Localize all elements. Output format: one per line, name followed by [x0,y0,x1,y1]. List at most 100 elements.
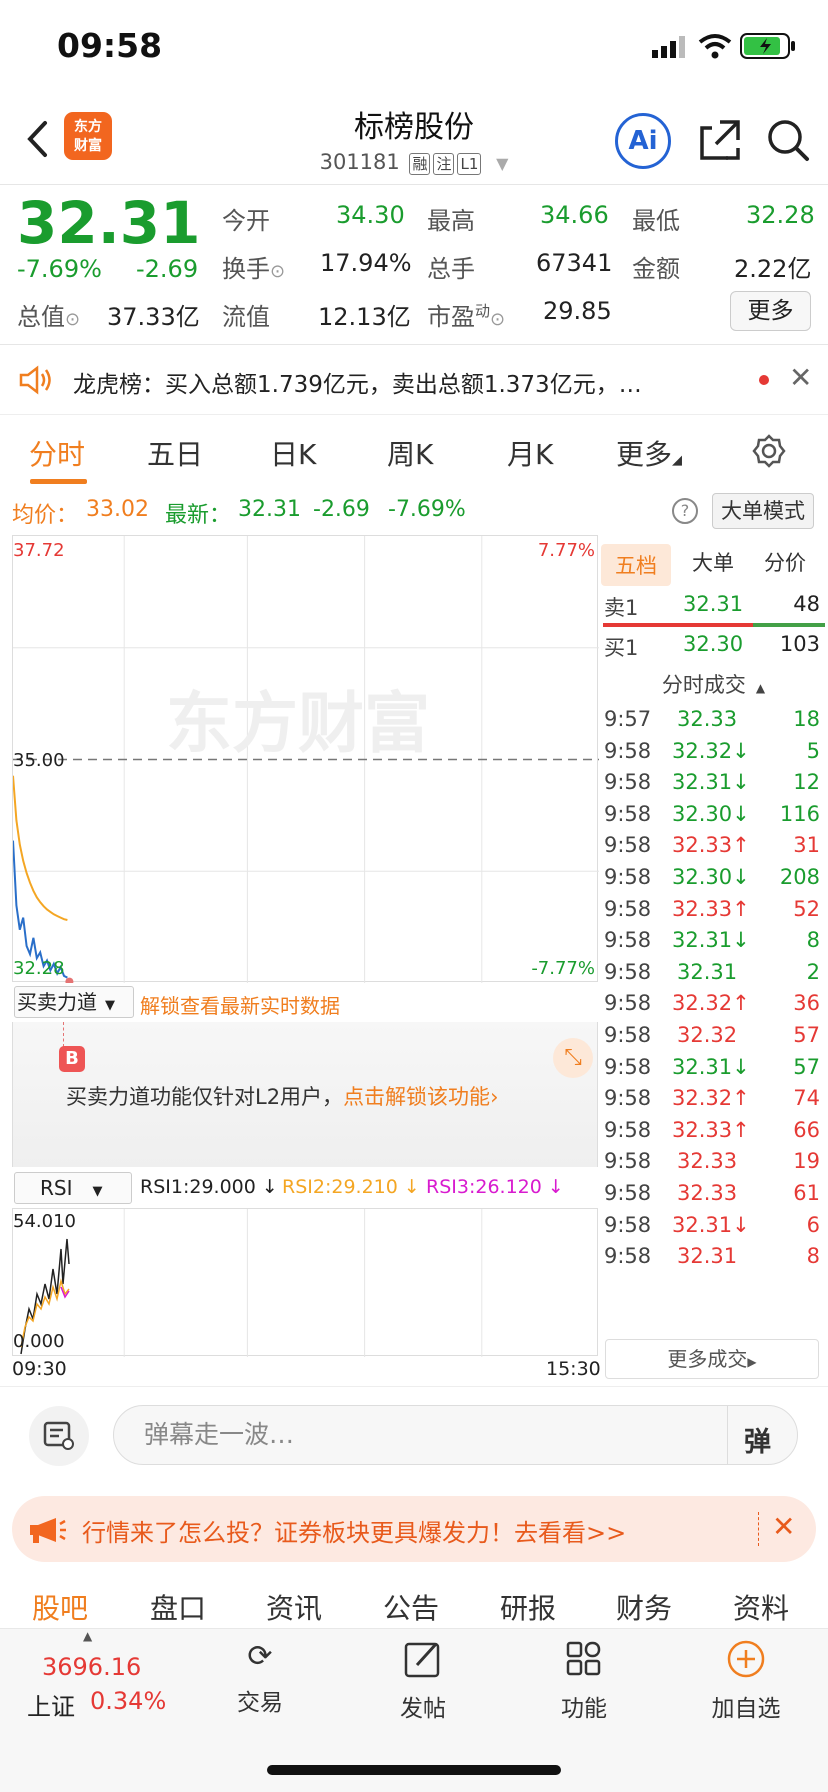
trade-time: 9:58 [604,1117,652,1142]
unlock-feature-link[interactable]: 点击解锁该功能 [343,1085,490,1109]
input-divider [727,1405,728,1465]
index-pct: 0.34% [90,1687,167,1715]
expand-icon[interactable]: ⤡ [553,1038,593,1078]
volume-label: 总手 [427,255,475,283]
turnover-value: 17.94% [320,249,412,277]
trade-row: 9:58 32.33 61 [599,1181,824,1217]
trade-time: 9:58 [604,1149,652,1174]
promo-banner[interactable]: 行情来了怎么投？证券板块更具爆发力！去看看>> ✕ [12,1496,816,1562]
tab-announcement[interactable]: 公告 [383,1587,439,1627]
tab-day-k[interactable]: 日K [270,433,316,473]
status-bar: 09:58 [0,0,828,90]
share-icon[interactable] [698,118,742,162]
rsi-max-label: 54.010 [13,1211,76,1232]
trade-volume: 5 [806,738,820,763]
unlock-realtime-link[interactable]: 解锁查看最新实时数据 [140,990,340,1019]
trade-button[interactable]: ⟳ 交易 [200,1639,320,1717]
news-ticker[interactable]: 龙虎榜：买入总额1.739亿元，卖出总额1.373亿元，… ✕ [0,345,828,415]
latest-value: 32.31 [238,497,301,522]
rsi3-value: RSI3:26.120 ↓ [426,1176,564,1198]
post-button[interactable]: 发帖 [363,1639,483,1723]
promo-text: 行情来了怎么投？证券板块更具爆发力！去看看>> [82,1519,627,1547]
amount-value: 2.22亿 [734,255,812,283]
index-value[interactable]: 3696.16 [42,1653,141,1681]
info-icon: ⊙ [270,261,286,282]
rsi1-value: RSI1:29.000 ↓ [140,1176,278,1198]
high-label: 最高 [427,207,475,235]
close-icon[interactable]: ✕ [789,361,812,394]
add-watchlist-button[interactable]: 加自选 [686,1639,806,1723]
low-label: 最低 [632,207,680,235]
yuan-cycle-icon: ⟳ [247,1639,273,1674]
tab-more[interactable]: 更多◢ [616,433,682,473]
trade-row: 9:58 32.33↑ 31 [599,833,824,869]
info-icon: ⊙ [490,309,506,330]
message-list-icon[interactable] [29,1406,89,1466]
doc-icon [43,1421,74,1450]
tab-five-level[interactable]: 五档 [601,544,671,586]
ai-assistant-button[interactable]: Ai [615,113,671,169]
ticker-text: 龙虎榜：买入总额1.739亿元，卖出总额1.373亿元，… [73,372,642,398]
more-quote-button[interactable]: 更多 [730,291,811,331]
tab-five-day[interactable]: 五日 [147,433,203,473]
buy-bar [753,623,825,627]
intraday-chart[interactable]: 东方财富 37.72 35.00 32.28 7.77% -7.77% [12,535,599,983]
time-start-label: 09:30 [12,1358,67,1380]
trade-volume: 12 [793,770,820,795]
tab-research[interactable]: 研报 [500,1587,556,1627]
chevron-down-icon[interactable]: ▼ [496,154,508,173]
trade-price: 32.33↑ [672,896,750,921]
tab-finance[interactable]: 财务 [616,1587,672,1627]
chevron-up-icon[interactable]: ▲ [83,1629,92,1643]
trade-row: 9:57 32.33 18 [599,707,824,743]
trade-volume: 116 [779,801,820,826]
change-amount: -2.69 [136,255,199,283]
tab-intraday[interactable]: 分时 [29,433,85,473]
open-label: 今开 [222,207,270,235]
trade-row: 9:58 32.31↓ 6 [599,1213,824,1249]
indicator-dropdown[interactable]: 买卖力道 ▼ [14,986,134,1018]
tab-month-k[interactable]: 月K [507,433,553,473]
tab-guba[interactable]: 股吧 [32,1587,88,1627]
buy-sell-force-bar: 买卖力道 ▼ 解锁查看最新实时数据 [12,982,598,1022]
pe-label: 市盈动⊙ [427,302,506,331]
tab-profile[interactable]: 资料 [733,1587,789,1627]
tab-price-dist[interactable]: 分价 [764,547,806,577]
trade-time: 9:58 [604,801,652,826]
help-icon[interactable]: ? [672,498,698,524]
tab-big-orders[interactable]: 大单 [692,547,734,577]
trade-row: 9:58 32.32 57 [599,1023,824,1059]
rsi-grid [123,1209,483,1357]
order-book-panel: 五档 大单 分价 卖1 32.31 48 买1 32.30 103 分时成交 ▲ … [599,535,828,1385]
rsi-chart[interactable]: 54.010 0.000 [12,1208,598,1357]
buy1-row: 买1 32.30 103 [604,632,820,660]
close-icon[interactable]: ✕ [772,1510,795,1543]
tab-week-k[interactable]: 周K [387,433,433,473]
more-trades-button[interactable]: 更多成交▶ [605,1339,819,1379]
trade-time: 9:58 [604,738,652,763]
speaker-icon [19,365,51,395]
tab-pankou[interactable]: 盘口 [150,1587,206,1627]
float-value: 12.13亿 [318,303,411,331]
big-order-mode-button[interactable]: 大单模式 [712,493,814,529]
apps-icon [566,1641,601,1676]
trade-volume: 2 [806,959,820,984]
trade-time: 9:58 [604,865,652,889]
latest-pct: -7.69% [388,497,466,522]
latest-label: 最新： [165,503,232,528]
function-button[interactable]: 功能 [524,1639,644,1723]
tab-news[interactable]: 资讯 [266,1587,322,1627]
search-icon[interactable] [766,118,810,162]
open-value: 34.30 [336,201,405,229]
danmu-input[interactable]: 弹幕走一波… [113,1405,798,1465]
danmu-toggle-button[interactable]: 弹 [744,1420,771,1459]
trade-volume: 8 [806,1244,820,1269]
trade-row: 9:58 32.31↓ 8 [599,928,824,964]
trade-price: 32.32↑ [672,1086,750,1111]
gear-icon[interactable] [752,434,786,468]
pct-max-label: 7.77% [537,540,595,561]
trades-header[interactable]: 分时成交 ▲ [599,666,828,704]
status-time: 09:58 [57,26,163,65]
sell-bar [603,623,753,627]
rsi-dropdown[interactable]: RSI ▼ [14,1172,132,1204]
